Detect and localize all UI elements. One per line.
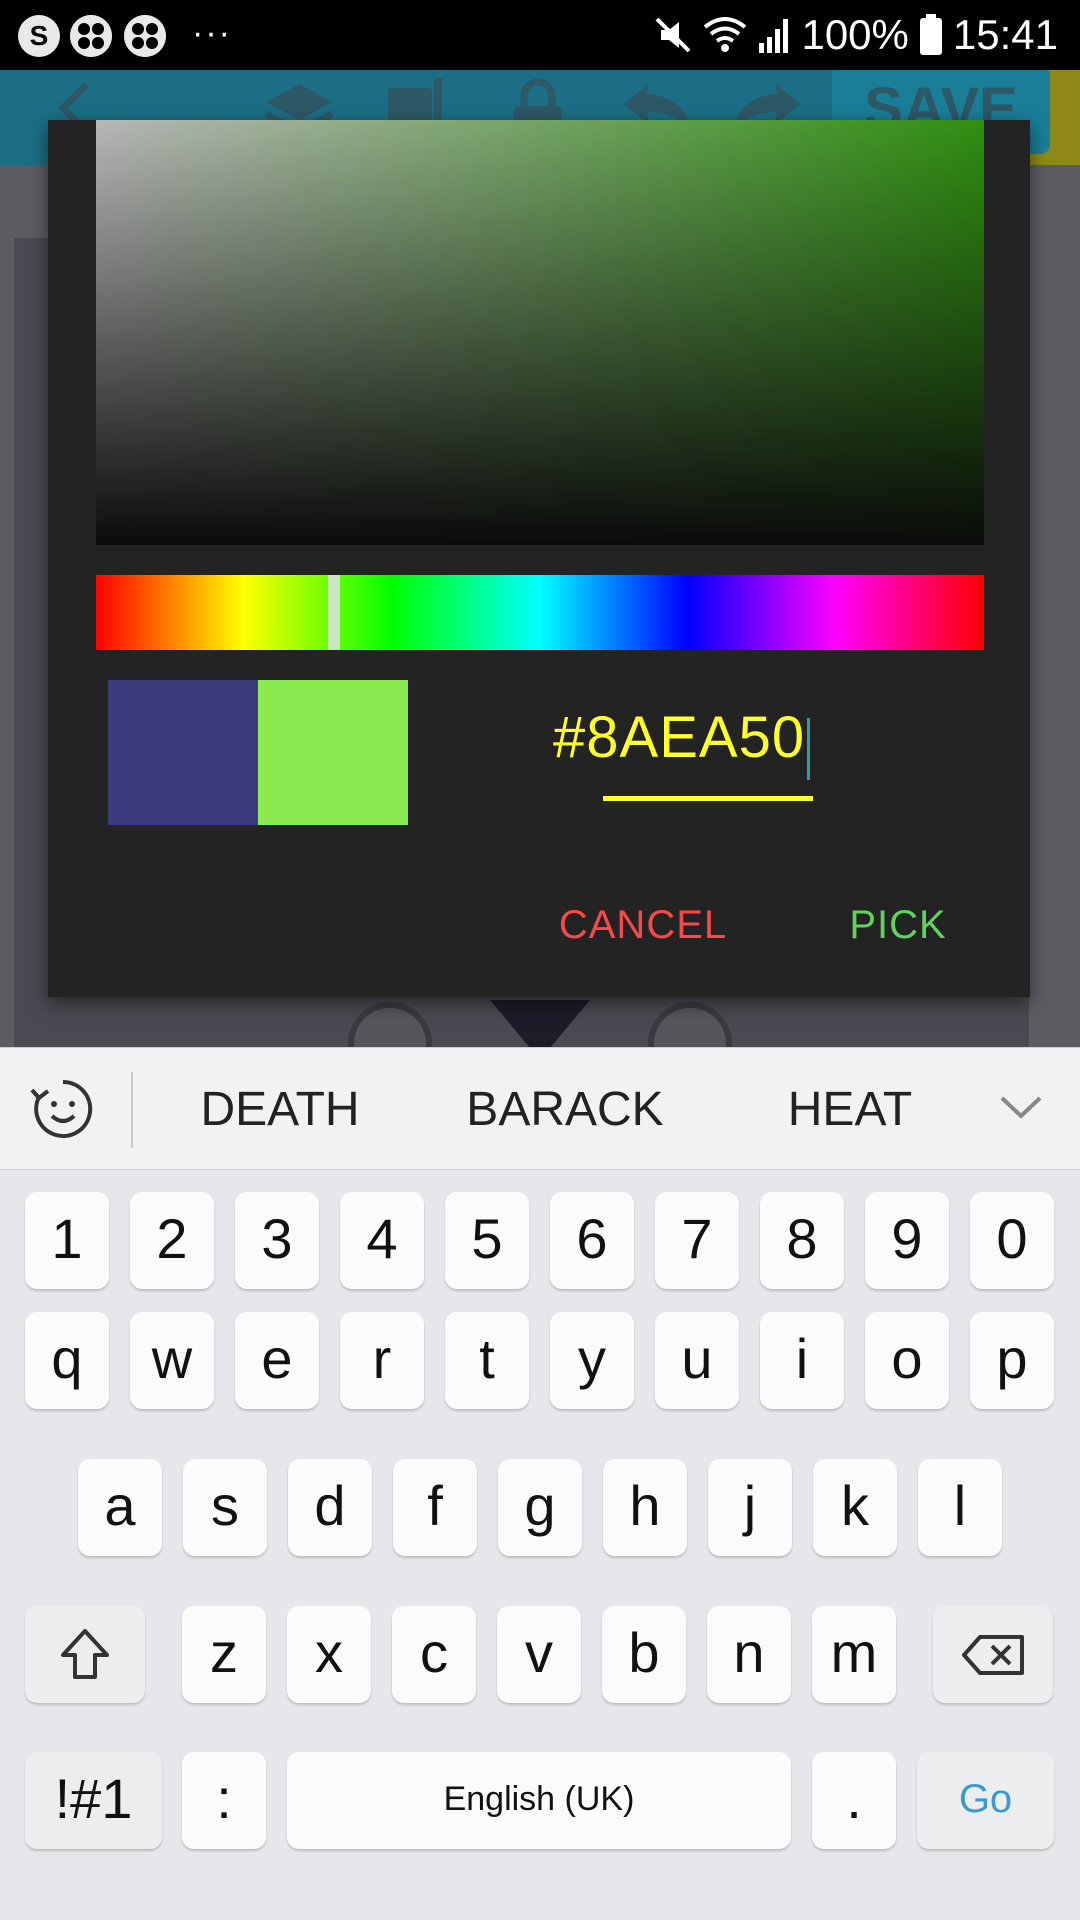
more-notifications-icon: ··· (192, 14, 232, 52)
mute-icon (653, 15, 693, 55)
saturation-value-panel[interactable] (96, 120, 984, 545)
flower-icon (70, 15, 112, 57)
letter-key[interactable]: j (708, 1459, 792, 1556)
letter-key[interactable]: r (340, 1312, 424, 1409)
letter-key[interactable]: n (707, 1606, 791, 1703)
letter-key[interactable]: g (498, 1459, 582, 1556)
colon-key[interactable]: : (182, 1752, 266, 1849)
number-key[interactable]: 1 (25, 1192, 109, 1289)
letter-key[interactable]: l (918, 1459, 1002, 1556)
letter-key[interactable]: b (602, 1606, 686, 1703)
color-picker-dialog: #8AEA50 CANCEL PICK (48, 120, 1030, 997)
soft-keyboard: DEATH BARACK HEAT !#1 : English (UK) . G… (0, 1047, 1080, 1920)
hex-input-underline (603, 796, 813, 801)
signal-icon (757, 15, 791, 55)
letter-key[interactable]: w (130, 1312, 214, 1409)
letter-key[interactable]: c (392, 1606, 476, 1703)
skype-icon: S (18, 15, 60, 57)
letter-key[interactable]: e (235, 1312, 319, 1409)
number-key[interactable]: 3 (235, 1192, 319, 1289)
suggestion-bar: DEATH BARACK HEAT (0, 1047, 1080, 1170)
hue-slider[interactable] (96, 575, 984, 650)
pick-button[interactable]: PICK (828, 890, 968, 960)
hue-slider-thumb[interactable] (328, 575, 340, 650)
text-cursor (807, 718, 810, 780)
number-key[interactable]: 6 (550, 1192, 634, 1289)
number-key[interactable]: 8 (760, 1192, 844, 1289)
suggestion-word[interactable]: HEAT (750, 1048, 950, 1171)
letter-key[interactable]: x (287, 1606, 371, 1703)
new-color-swatch (258, 680, 408, 825)
number-key[interactable]: 2 (130, 1192, 214, 1289)
suggestion-word[interactable]: BARACK (450, 1048, 680, 1171)
number-key[interactable]: 4 (340, 1192, 424, 1289)
period-key[interactable]: . (812, 1752, 896, 1849)
suggestion-divider (131, 1072, 133, 1148)
hex-color-input[interactable]: #8AEA50 (553, 690, 833, 785)
letter-key[interactable]: d (288, 1459, 372, 1556)
flower-icon (124, 15, 166, 57)
letter-key[interactable]: o (865, 1312, 949, 1409)
space-key[interactable]: English (UK) (287, 1752, 791, 1849)
symbols-key[interactable]: !#1 (25, 1752, 162, 1849)
hex-color-value: #8AEA50 (553, 705, 806, 770)
battery-icon (919, 14, 943, 56)
cancel-button[interactable]: CANCEL (548, 890, 738, 960)
number-key[interactable]: 5 (445, 1192, 529, 1289)
backspace-key[interactable] (933, 1606, 1053, 1703)
letter-key[interactable]: k (813, 1459, 897, 1556)
clock: 15:41 (952, 11, 1058, 58)
number-key[interactable]: 7 (655, 1192, 739, 1289)
status-bar: S ··· 100% 15:41 (0, 0, 1080, 70)
letter-key[interactable]: t (445, 1312, 529, 1409)
number-key[interactable]: 9 (865, 1192, 949, 1289)
previous-color-swatch (108, 680, 258, 825)
letter-key[interactable]: h (603, 1459, 687, 1556)
letter-key[interactable]: s (183, 1459, 267, 1556)
go-key[interactable]: Go (917, 1752, 1054, 1849)
suggestion-word[interactable]: DEATH (175, 1048, 385, 1171)
shift-key[interactable] (25, 1606, 145, 1703)
number-key[interactable]: 0 (970, 1192, 1054, 1289)
letter-key[interactable]: p (970, 1312, 1054, 1409)
letter-key[interactable]: z (182, 1606, 266, 1703)
letter-key[interactable]: y (550, 1312, 634, 1409)
letter-key[interactable]: m (812, 1606, 896, 1703)
letter-key[interactable]: q (25, 1312, 109, 1409)
letter-key[interactable]: u (655, 1312, 739, 1409)
letter-key[interactable]: f (393, 1459, 477, 1556)
letter-key[interactable]: a (78, 1459, 162, 1556)
emoji-refresh-icon[interactable] (30, 1076, 96, 1142)
letter-key[interactable]: i (760, 1312, 844, 1409)
battery-percent: 100% (801, 11, 909, 58)
letter-key[interactable]: v (497, 1606, 581, 1703)
wifi-icon (703, 15, 747, 55)
chevron-down-icon[interactable] (996, 1088, 1046, 1128)
